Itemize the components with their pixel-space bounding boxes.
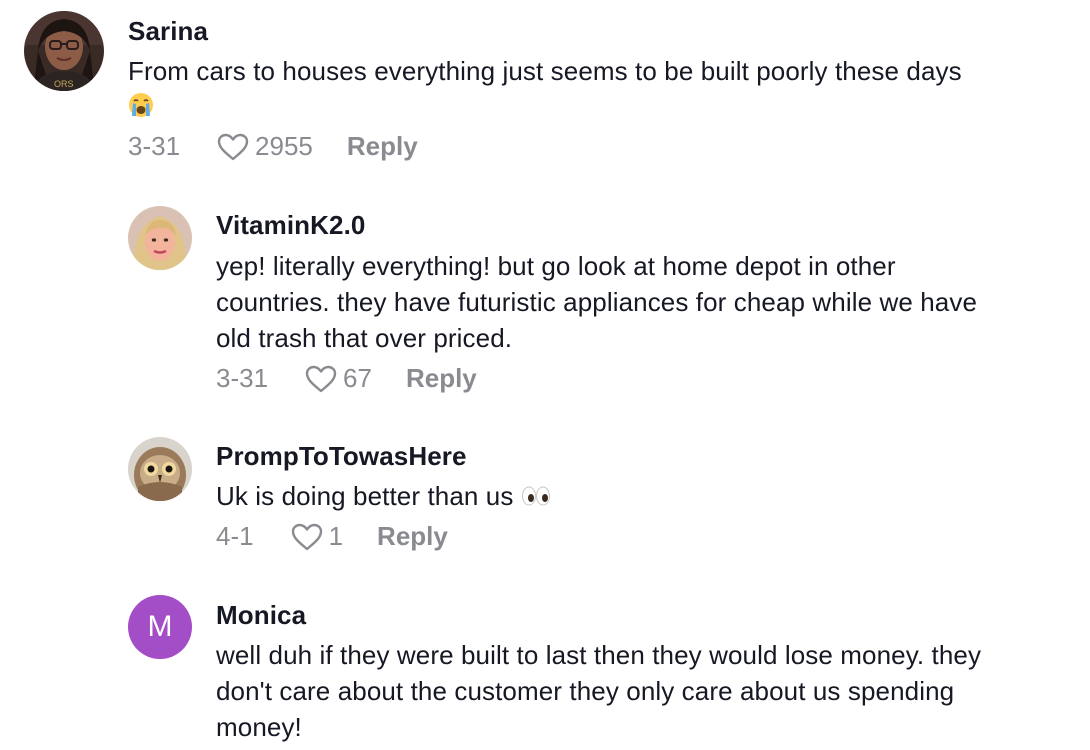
like-button[interactable]: 1 xyxy=(290,521,343,552)
reply-button[interactable]: Reply xyxy=(377,521,448,552)
comment-text: Uk is doing better than us xyxy=(216,478,1036,516)
comment-date: 3-31 xyxy=(128,131,181,161)
eyes-emoji xyxy=(521,480,551,516)
like-count: 2955 xyxy=(255,131,313,161)
comment-item: ORS Sarina From cars to houses everythin… xyxy=(0,0,1090,180)
comment-username[interactable]: Monica xyxy=(216,600,306,631)
avatar[interactable] xyxy=(128,437,192,501)
comment-text: From cars to houses everything just seem… xyxy=(128,53,1078,127)
comment-meta: 4-1 1 Reply xyxy=(216,521,448,552)
comment-text-content: Uk is doing better than us xyxy=(216,481,514,511)
comment-username[interactable]: VitaminK2.0 xyxy=(216,210,365,241)
comment-username[interactable]: Sarina xyxy=(128,16,208,47)
like-count: 67 xyxy=(343,363,372,393)
reply-item: VitaminK2.0 yep! literally everything! b… xyxy=(0,190,1090,410)
like-count: 1 xyxy=(328,521,344,551)
avatar-letter: M xyxy=(147,610,173,643)
heart-outline-icon xyxy=(217,133,249,160)
comment-date: 3-31 xyxy=(216,363,269,393)
like-button[interactable]: 2955 xyxy=(216,131,313,162)
loudly-crying-face-emoji xyxy=(128,91,154,127)
comment-meta: 3-31 67 Reply xyxy=(216,363,477,394)
svg-text:ORS: ORS xyxy=(54,79,74,89)
avatar[interactable]: M xyxy=(128,595,192,659)
reply-button[interactable]: Reply xyxy=(406,363,477,394)
reply-item: PrompToTowasHere Uk is doing better than… xyxy=(0,425,1090,575)
heart-outline-icon xyxy=(305,365,337,392)
heart-outline-icon xyxy=(291,523,322,550)
like-button[interactable]: 67 xyxy=(304,363,372,394)
avatar[interactable]: ORS xyxy=(24,11,104,91)
comment-meta: 3-31 2955 Reply xyxy=(128,131,418,162)
reply-button[interactable]: Reply xyxy=(347,131,418,162)
comment-text-content: From cars to houses everything just seem… xyxy=(128,56,962,86)
comment-text: yep! literally everything! but go look a… xyxy=(216,251,978,353)
comment-username[interactable]: PrompToTowasHere xyxy=(216,441,467,472)
reply-item: M Monica well duh if they were built to … xyxy=(0,585,1090,750)
comment-text: well duh if they were built to last then… xyxy=(216,640,982,742)
avatar[interactable] xyxy=(128,206,192,270)
comment-date: 4-1 xyxy=(216,521,254,551)
